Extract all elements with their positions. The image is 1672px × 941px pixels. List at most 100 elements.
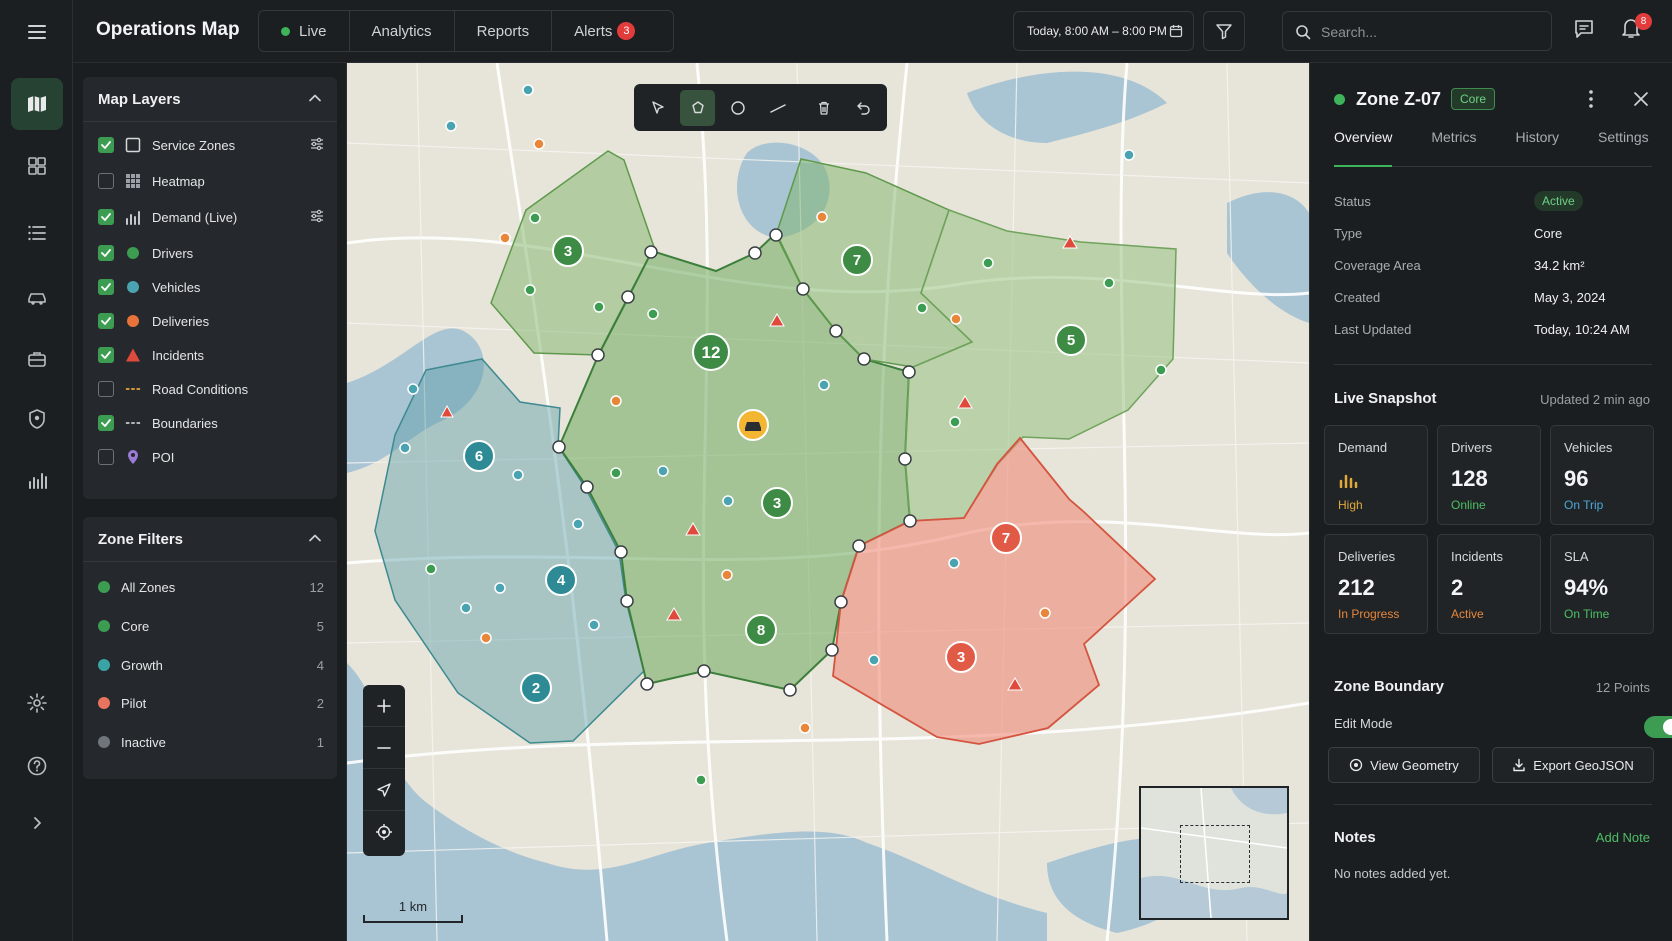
layer-row[interactable]: Demand (Live): [98, 207, 324, 227]
layer-row[interactable]: Drivers: [98, 243, 324, 263]
status-badge: Active: [1534, 191, 1583, 211]
notifications-button[interactable]: 8: [1620, 13, 1652, 45]
zone-filter-row[interactable]: Inactive 1: [98, 732, 324, 752]
add-note-link[interactable]: Add Note: [1596, 830, 1650, 845]
layer-checkbox[interactable]: [98, 279, 114, 295]
cursor-icon: [651, 100, 664, 114]
layer-checkbox[interactable]: [98, 449, 114, 465]
edit-mode-toggle[interactable]: [1644, 716, 1672, 738]
check-icon: [101, 419, 111, 427]
zoom-out-button[interactable]: [363, 727, 405, 769]
rail-fleet-button[interactable]: [11, 273, 63, 325]
tab-history[interactable]: History: [1515, 129, 1559, 166]
layer-row[interactable]: POI: [98, 447, 324, 467]
layer-row[interactable]: Vehicles: [98, 277, 324, 297]
map-layers-title: Map Layers: [98, 90, 181, 108]
tab-metrics[interactable]: Metrics: [1431, 129, 1476, 166]
zone-filter-row[interactable]: Core 5: [98, 616, 324, 636]
selected-vehicle-marker[interactable]: [737, 409, 769, 441]
briefcase-icon: [28, 352, 46, 367]
plus-icon: [377, 698, 391, 713]
zone-filter-count: 4: [316, 657, 324, 673]
metric-deliveries: Deliveries 212 In Progress: [1324, 534, 1428, 634]
export-geojson-button[interactable]: Export GeoJSON: [1492, 747, 1654, 783]
rail-help-button[interactable]: [11, 740, 63, 792]
layer-checkbox[interactable]: [98, 245, 114, 261]
view-geometry-button[interactable]: View Geometry: [1328, 747, 1480, 783]
rail-analytics-button[interactable]: [11, 454, 63, 506]
layer-row[interactable]: Boundaries: [98, 413, 324, 433]
tab-live[interactable]: Live: [259, 11, 350, 51]
delete-tool-button[interactable]: [806, 90, 841, 126]
tab-reports[interactable]: Reports: [455, 11, 553, 51]
layer-checkbox[interactable]: [98, 313, 114, 329]
layer-row[interactable]: Service Zones: [98, 135, 324, 155]
menu-button[interactable]: [11, 6, 63, 58]
metric-label: Incidents: [1451, 549, 1504, 564]
trash-icon: [818, 101, 829, 115]
layer-row[interactable]: Deliveries: [98, 311, 324, 331]
detail-tabs: Overview Metrics History Settings: [1334, 129, 1652, 167]
rail-map-button[interactable]: [11, 78, 63, 130]
tab-alerts[interactable]: Alerts 3: [552, 11, 657, 51]
date-range-picker[interactable]: Today, 8:00 AM – 8:00 PM: [1013, 11, 1194, 51]
layer-row[interactable]: Road Conditions: [98, 379, 324, 399]
zone-filter-row[interactable]: All Zones 12: [98, 577, 324, 597]
rail-list-button[interactable]: [11, 207, 63, 259]
layer-label: Boundaries: [152, 415, 218, 431]
layer-checkbox[interactable]: [98, 415, 114, 431]
eye-icon: [1350, 758, 1363, 772]
check-icon: [101, 249, 111, 257]
navigate-button[interactable]: [363, 769, 405, 811]
rail-security-button[interactable]: [11, 393, 63, 445]
chevron-up-icon: [309, 94, 321, 102]
map-layers-header[interactable]: Map Layers: [83, 77, 337, 122]
filter-button[interactable]: [1203, 11, 1245, 51]
minimap[interactable]: [1139, 786, 1289, 920]
more-options-button[interactable]: [1588, 89, 1594, 114]
tab-analytics[interactable]: Analytics: [350, 11, 455, 51]
teal-dot-icon: [125, 279, 141, 295]
messages-button[interactable]: [1573, 18, 1595, 45]
circle-icon: [730, 100, 745, 115]
minus-icon: [377, 746, 391, 749]
tab-overview[interactable]: Overview: [1334, 129, 1393, 167]
tab-settings[interactable]: Settings: [1598, 129, 1649, 166]
layer-checkbox[interactable]: [98, 209, 114, 225]
rail-expand-button[interactable]: [11, 797, 63, 849]
minimap-viewport[interactable]: [1180, 825, 1250, 883]
rail-settings-button[interactable]: [11, 677, 63, 729]
layer-row[interactable]: Heatmap: [98, 171, 324, 191]
locate-button[interactable]: [363, 811, 405, 853]
rail-dashboard-button[interactable]: [11, 140, 63, 192]
layer-checkbox[interactable]: [98, 137, 114, 153]
zone-status-dot: [1334, 93, 1345, 105]
zone-filter-row[interactable]: Pilot 2: [98, 693, 324, 713]
layer-checkbox[interactable]: [98, 381, 114, 397]
undo-tool-button[interactable]: [846, 90, 881, 126]
app-title: Operations Map: [96, 19, 240, 40]
check-icon: [101, 283, 111, 291]
close-panel-button[interactable]: [1633, 91, 1649, 112]
layer-checkbox[interactable]: [98, 347, 114, 363]
map-canvas[interactable]: 3 7 12 5 6 3 4 8 2 7 3 1 km: [347, 63, 1309, 941]
zone-filter-label: Growth: [121, 657, 163, 673]
layer-settings-icon[interactable]: [310, 209, 324, 226]
zone-filters-header[interactable]: Zone Filters: [83, 517, 337, 562]
zone-filter-row[interactable]: Growth 4: [98, 655, 324, 675]
polygon-tool-button[interactable]: [680, 89, 715, 126]
layer-label: Drivers: [152, 245, 194, 261]
layer-label: Service Zones: [152, 137, 236, 153]
select-tool-button[interactable]: [640, 90, 675, 126]
list-icon: [28, 225, 46, 241]
layer-row[interactable]: Incidents: [98, 345, 324, 365]
zone-filter-label: Inactive: [121, 734, 166, 750]
rail-deliveries-button[interactable]: [11, 333, 63, 385]
zoom-in-button[interactable]: [363, 685, 405, 727]
search-input[interactable]: [1321, 21, 1541, 43]
circle-tool-button[interactable]: [720, 90, 755, 126]
layer-settings-icon[interactable]: [310, 137, 324, 154]
layer-checkbox[interactable]: [98, 173, 114, 189]
chevron-up-icon: [309, 534, 321, 542]
line-tool-button[interactable]: [760, 90, 795, 126]
